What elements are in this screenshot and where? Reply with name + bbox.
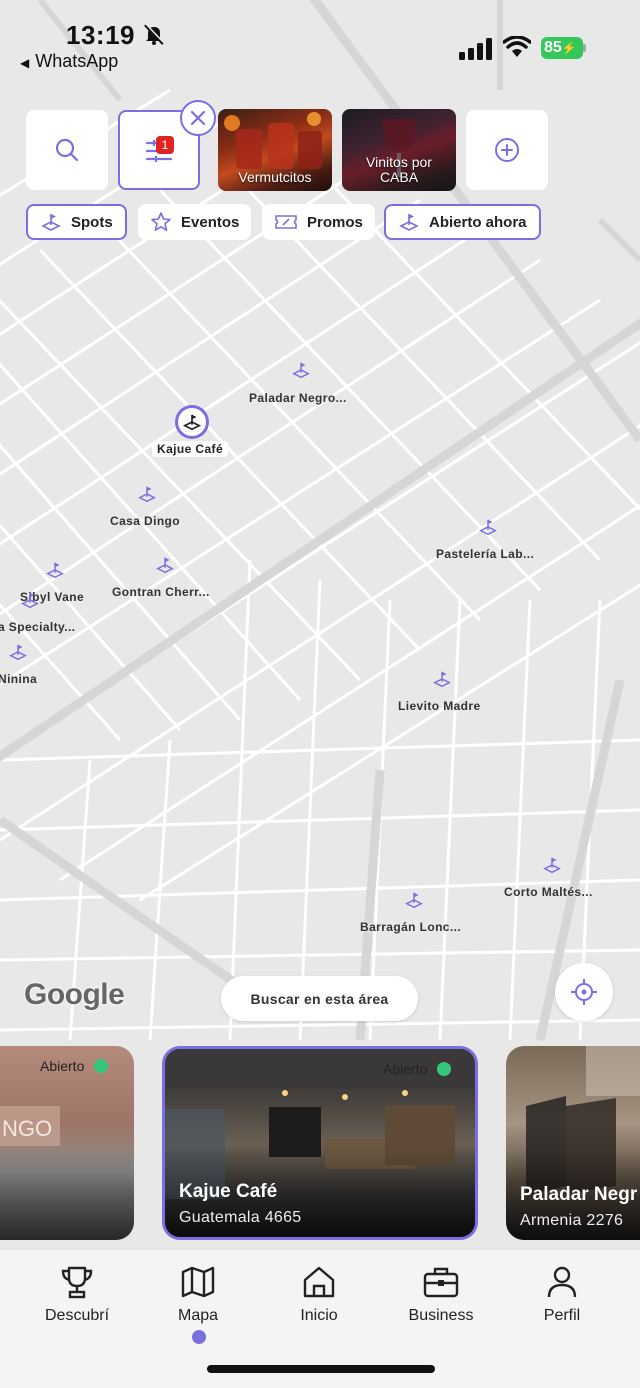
story-vinitos[interactable]: Vinitos por CABA (342, 109, 456, 191)
close-icon (190, 110, 206, 126)
chip-label: Eventos (181, 213, 240, 231)
search-icon (55, 138, 79, 162)
nav-perfil[interactable]: Perfil (512, 1264, 612, 1325)
nav-label: Perfil (543, 1307, 581, 1324)
map-pin-icon[interactable] (478, 517, 498, 537)
nav-descubri[interactable]: Descubrí (27, 1264, 127, 1325)
home-indicator[interactable] (207, 1365, 435, 1373)
search-button[interactable] (26, 110, 108, 190)
map-pin-icon[interactable] (404, 890, 424, 910)
place-address: Armenia 2276 (520, 1212, 624, 1229)
search-this-area-button[interactable]: Buscar en esta área (221, 976, 418, 1021)
nav-label: Descubrí (44, 1307, 110, 1324)
map-pin-icon[interactable] (8, 642, 28, 662)
nav-business[interactable]: Business (391, 1264, 491, 1325)
cellular-signal-icon (459, 38, 492, 60)
status-bar: 13:19 ◀ WhatsApp 85⚡ (0, 0, 640, 90)
filter-count-badge: 1 (156, 136, 174, 154)
open-label: Abierto (383, 1061, 428, 1077)
map-pin-icon[interactable] (20, 590, 40, 610)
map-pin-label: Ninina (0, 672, 38, 686)
map-pin-icon[interactable] (137, 484, 157, 504)
map-pin-label: Gontran Cherr... (112, 585, 210, 599)
map-pin-label: Pastelería Lab... (436, 547, 535, 561)
bell-muted-icon (144, 23, 165, 45)
nav-label: Mapa (177, 1307, 219, 1324)
wifi-icon (503, 36, 531, 57)
map-icon (181, 1266, 215, 1298)
chip-eventos[interactable]: Eventos (138, 204, 252, 240)
nav-inicio[interactable]: Inicio (269, 1264, 369, 1325)
open-label: Abierto (40, 1058, 85, 1074)
open-status: Abierto (40, 1058, 109, 1074)
place-name: Kajue Café (179, 1181, 278, 1202)
place-card-selected[interactable]: Abierto Kajue Café Guatemala 4665 (162, 1046, 478, 1240)
spot-icon (182, 414, 202, 431)
map-pin-icon[interactable] (542, 855, 562, 875)
card-shade (0, 1150, 134, 1240)
map-pin-label: a Specialty... (0, 620, 76, 634)
place-address: Guatemala 4665 (179, 1209, 302, 1226)
spot-icon (41, 214, 61, 231)
ticket-icon (275, 215, 297, 229)
back-triangle-icon: ◀ (20, 56, 30, 70)
place-name: Paladar Negr (520, 1184, 638, 1205)
chip-abierto-ahora[interactable]: Abierto ahora (384, 204, 541, 240)
map-pin-icon[interactable] (155, 555, 175, 575)
map-pin-selected-label: Kajue Café (152, 441, 229, 457)
map-pin-label: Casa Dingo (110, 514, 181, 528)
charging-bolt-icon: ⚡ (561, 41, 577, 55)
map-pin-label: Barragán Lonc... (360, 920, 462, 934)
open-dot (437, 1062, 452, 1076)
nav-mapa[interactable]: Mapa (148, 1264, 248, 1325)
spot-icon (399, 214, 419, 231)
locate-me-button[interactable] (555, 963, 613, 1021)
status-time: 13:19 (66, 20, 135, 50)
map-pin-icon[interactable] (432, 669, 452, 689)
map-pin-label: Paladar Negro... (249, 391, 347, 405)
map-pin-icon[interactable] (291, 360, 311, 380)
crosshair-icon (571, 979, 597, 1005)
nav-label: Business (408, 1307, 474, 1324)
trophy-icon (61, 1266, 93, 1299)
google-attribution: Google (24, 978, 125, 1011)
back-to-app[interactable]: ◀ WhatsApp (20, 51, 118, 72)
card-sign-text: NGO (2, 1116, 52, 1141)
map-pin-selected[interactable] (175, 405, 209, 439)
chip-promos[interactable]: Promos (262, 204, 375, 240)
chip-label: Abierto ahora (429, 213, 527, 231)
map-pin-icon[interactable] (45, 560, 65, 580)
clear-filters-button[interactable] (180, 100, 216, 136)
battery-indicator: 85⚡ (541, 37, 583, 59)
chip-spots[interactable]: Spots (26, 204, 127, 240)
map-pin-label: Lievito Madre (398, 699, 481, 713)
place-card[interactable]: Paladar Negr Armenia 2276 (506, 1046, 640, 1240)
battery-level: 85 (544, 39, 562, 56)
user-icon (547, 1266, 577, 1298)
map-pin-label: Corto Maltés... (504, 885, 593, 899)
open-status: Abierto (383, 1061, 452, 1077)
active-tab-indicator (192, 1330, 206, 1344)
story-vermutcitos[interactable]: Vermutcitos (218, 109, 332, 191)
chip-label: Spots (71, 213, 113, 231)
story-label: Vermutcitos (238, 169, 312, 185)
add-story-button[interactable] (466, 110, 548, 190)
home-icon (303, 1266, 335, 1298)
place-card[interactable]: NGO Abierto (0, 1046, 134, 1240)
back-app-label: WhatsApp (35, 51, 119, 71)
chip-label: Promos (307, 213, 363, 231)
nav-label: Inicio (300, 1307, 338, 1324)
open-dot (94, 1059, 109, 1073)
star-icon (151, 212, 171, 231)
battery-tip (583, 44, 586, 52)
plus-circle-icon (495, 138, 519, 162)
briefcase-icon (423, 1267, 459, 1298)
story-label: Vinitos por CABA (366, 154, 432, 185)
